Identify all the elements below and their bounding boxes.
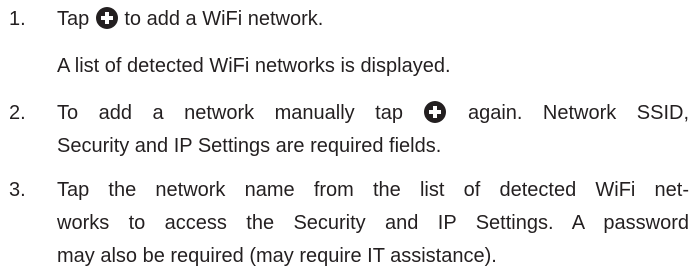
step-number: 3. xyxy=(9,179,26,201)
list-item-step-1: 1. Tap to add a WiFi network. xyxy=(0,3,699,36)
step-note-text: A list of detected WiFi networks is disp… xyxy=(57,55,451,77)
step-text-after-icon: to add a WiFi network. xyxy=(118,8,324,30)
step-text: Tap to add a WiFi network. xyxy=(57,3,689,36)
plus-circle-icon xyxy=(424,101,447,123)
plus-circle-icon xyxy=(95,7,118,29)
step-text: To add a network manually tap again. Net… xyxy=(57,97,689,163)
step-text-before-icon: To add a network manually tap xyxy=(57,102,424,124)
list-item-step-3: 3. Tap the network name from the list of… xyxy=(0,174,699,273)
step-1-note: A list of detected WiFi networks is disp… xyxy=(0,50,699,83)
step-text-before-icon: Tap xyxy=(57,8,95,30)
step-text-line-1: Tap the network name from the list of de… xyxy=(57,179,689,201)
step-text-line-3: may also be required (may require IT ass… xyxy=(57,245,497,267)
step-text-line-2: Security and IP Settings are required fi… xyxy=(57,135,442,157)
step-number: 2. xyxy=(9,102,26,124)
step-number: 1. xyxy=(9,8,26,30)
step-text-line-2: works to access the Security and IP Sett… xyxy=(57,212,689,234)
step-text: Tap the network name from the list of de… xyxy=(57,174,689,273)
list-item-step-2: 2. To add a network manually tap again. … xyxy=(0,97,699,163)
instruction-list: 1. Tap to add a WiFi network. A list of … xyxy=(0,0,699,271)
step-text-after-icon: again. Network SSID, xyxy=(447,102,690,124)
